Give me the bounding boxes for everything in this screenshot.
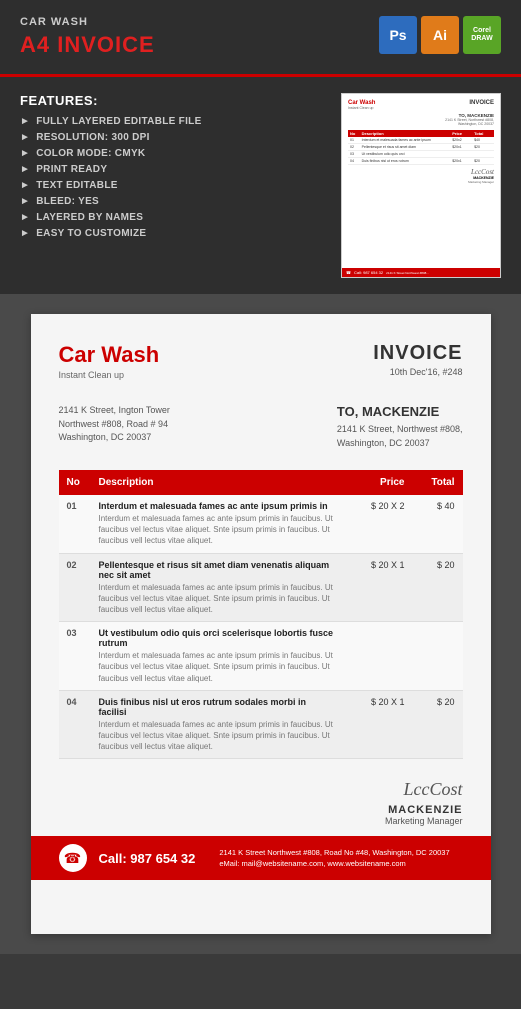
- feature-item-1: ► FULLY LAYERED EDITABLE FILE: [20, 116, 321, 127]
- arrow-icon-6: ►: [20, 196, 30, 207]
- feature-item-4: ► PRINT READY: [20, 164, 321, 175]
- features-section: FEATURES: ► FULLY LAYERED EDITABLE FILE …: [0, 77, 521, 294]
- row-total: $ 20: [413, 690, 463, 759]
- to-address: TO, MACKENZIE 2141 K Street, Northwest #…: [337, 404, 463, 450]
- row-total: $ 40: [413, 495, 463, 553]
- main-content: Car Wash Instant Clean up INVOICE 10th D…: [0, 294, 521, 954]
- signature-image: LccCost: [59, 779, 463, 800]
- arrow-icon-1: ►: [20, 116, 30, 127]
- photoshop-badge: Ps: [379, 16, 417, 54]
- brand-name: Car Wash: [59, 342, 160, 368]
- footer-contact-info: 2141 K Street Northwest #808, Road No #4…: [219, 847, 449, 870]
- invoice-title: INVOICE: [373, 342, 462, 365]
- feature-item-5: ► TEXT EDITABLE: [20, 180, 321, 191]
- invoice-preview: Car Wash Instant Clean up INVOICE TO, MA…: [341, 93, 501, 278]
- row-title: Interdum et malesuada fames ac ante ipsu…: [99, 501, 335, 511]
- invoice-date: 10th Dec'16, #248: [373, 367, 462, 377]
- row-no: 02: [59, 553, 91, 622]
- invoice-footer: ☎ Call: 987 654 32 2141 K Street Northwe…: [31, 836, 491, 880]
- row-total: [413, 622, 463, 691]
- row-no: 04: [59, 690, 91, 759]
- illustrator-badge: Ai: [421, 16, 459, 54]
- footer-phone-number: Call: 987 654 32: [99, 851, 196, 866]
- top-section: CAR WASH A4 INVOICE Ps Ai CorelDRAW: [0, 0, 521, 74]
- row-no: 01: [59, 495, 91, 553]
- col-price: Price: [343, 470, 413, 495]
- row-desc-cell: Duis finibus nisl ut eros rutrum sodales…: [91, 690, 343, 759]
- row-title: Pellentesque et risus sit amet diam vene…: [99, 560, 335, 580]
- signature-title: Marketing Manager: [59, 816, 463, 826]
- arrow-icon-3: ►: [20, 148, 30, 159]
- arrow-icon-5: ►: [20, 180, 30, 191]
- arrow-icon-2: ►: [20, 132, 30, 143]
- top-left: CAR WASH A4 INVOICE: [20, 16, 155, 58]
- table-row: 02 Pellentesque et risus sit amet diam v…: [59, 553, 463, 622]
- arrow-icon-7: ►: [20, 212, 30, 223]
- invoice-header: Car Wash Instant Clean up INVOICE 10th D…: [59, 342, 463, 380]
- row-price: $ 20 X 2: [343, 495, 413, 553]
- table-row: 01 Interdum et malesuada fames ac ante i…: [59, 495, 463, 553]
- col-description: Description: [91, 470, 343, 495]
- invoice-addresses: 2141 K Street, Ington Tower Northwest #8…: [59, 404, 463, 450]
- row-total: $ 20: [413, 553, 463, 622]
- col-total: Total: [413, 470, 463, 495]
- invoice-table: No Description Price Total 01 Interdum e…: [59, 470, 463, 759]
- row-price: [343, 622, 413, 691]
- feature-item-3: ► COLOR MODE: CMYK: [20, 148, 321, 159]
- invoice-body: Car Wash Instant Clean up INVOICE 10th D…: [31, 314, 491, 759]
- col-no: No: [59, 470, 91, 495]
- row-description: Interdum et malesuada fames ac ante ipsu…: [99, 582, 335, 616]
- signature-name: MACKENZIE: [59, 804, 463, 816]
- table-row: 04 Duis finibus nisl ut eros rutrum soda…: [59, 690, 463, 759]
- top-right: Ps Ai CorelDRAW: [379, 16, 501, 54]
- preview-thumbnail: Car Wash Instant Clean up INVOICE TO, MA…: [341, 93, 501, 278]
- to-label: TO, MACKENZIE: [337, 404, 463, 419]
- arrow-icon-8: ►: [20, 228, 30, 239]
- feature-item-2: ► RESOLUTION: 300 DPI: [20, 132, 321, 143]
- row-desc-cell: Interdum et malesuada fames ac ante ipsu…: [91, 495, 343, 553]
- features-title: FEATURES:: [20, 93, 321, 108]
- invoice-document: Car Wash Instant Clean up INVOICE 10th D…: [31, 314, 491, 934]
- row-no: 03: [59, 622, 91, 691]
- product-title: A4 INVOICE: [20, 32, 155, 58]
- feature-item-7: ► LAYERED BY NAMES: [20, 212, 321, 223]
- row-price: $ 20 X 1: [343, 553, 413, 622]
- invoice-brand: Car Wash Instant Clean up: [59, 342, 160, 380]
- product-type: CAR WASH: [20, 16, 155, 28]
- phone-symbol: ☎: [64, 850, 81, 867]
- signature-block: LccCost MACKENZIE Marketing Manager: [31, 779, 491, 836]
- footer-email: eMail: mail@websitename.com, www.website…: [219, 858, 449, 869]
- row-price: $ 20 X 1: [343, 690, 413, 759]
- invoice-title-block: INVOICE 10th Dec'16, #248: [373, 342, 462, 377]
- brand-subtitle: Instant Clean up: [59, 370, 160, 380]
- row-description: Interdum et malesuada fames ac ante ipsu…: [99, 719, 335, 753]
- feature-item-8: ► EASY TO CUSTOMIZE: [20, 228, 321, 239]
- arrow-icon-4: ►: [20, 164, 30, 175]
- row-description: Interdum et malesuada fames ac ante ipsu…: [99, 513, 335, 547]
- phone-icon: ☎: [59, 844, 87, 872]
- footer-address: 2141 K Street Northwest #808, Road No #4…: [219, 847, 449, 858]
- coreldraw-badge: CorelDRAW: [463, 16, 501, 54]
- row-desc-cell: Pellentesque et risus sit amet diam vene…: [91, 553, 343, 622]
- from-address: 2141 K Street, Ington Tower Northwest #8…: [59, 404, 170, 450]
- row-title: Ut vestibulum odio quis orci scelerisque…: [99, 628, 335, 648]
- row-description: Interdum et malesuada fames ac ante ipsu…: [99, 650, 335, 684]
- row-desc-cell: Ut vestibulum odio quis orci scelerisque…: [91, 622, 343, 691]
- features-left: FEATURES: ► FULLY LAYERED EDITABLE FILE …: [20, 93, 321, 244]
- table-row: 03 Ut vestibulum odio quis orci sceleris…: [59, 622, 463, 691]
- row-title: Duis finibus nisl ut eros rutrum sodales…: [99, 697, 335, 717]
- feature-item-6: ► BLEED: YES: [20, 196, 321, 207]
